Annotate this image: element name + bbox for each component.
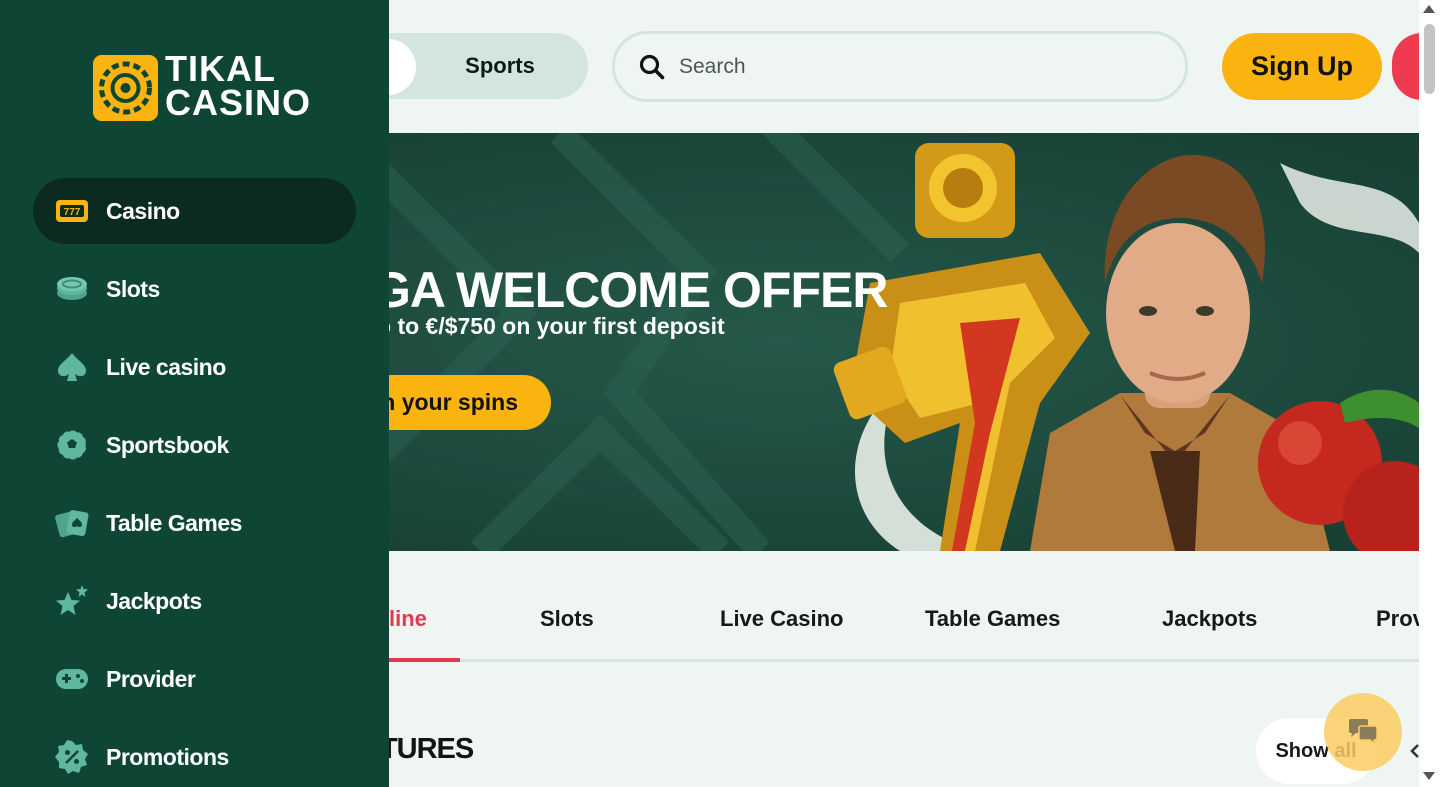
sidebar-item-slots[interactable]: Slots	[33, 256, 356, 322]
scrollbar-thumb[interactable]	[1424, 24, 1435, 94]
search-bar[interactable]	[612, 31, 1188, 102]
coins-icon	[55, 272, 89, 306]
tab-online[interactable]: line	[389, 606, 427, 632]
sidebar-item-sportsbook[interactable]: Sportsbook	[33, 412, 356, 478]
percent-badge-icon	[55, 740, 89, 774]
search-icon	[639, 54, 665, 79]
login-button[interactable]	[1392, 33, 1419, 100]
svg-text:777: 777	[64, 207, 81, 218]
slot-777-icon: 777	[55, 194, 89, 228]
playing-cards-icon	[55, 506, 89, 540]
sidebar-nav: 777 Casino Slots Live casino Sportsbook	[33, 178, 356, 787]
tab-table-games[interactable]: Table Games	[925, 606, 1060, 632]
banner-subline: o to €/$750 on your first deposit	[377, 313, 725, 339]
tab-live-casino[interactable]: Live Casino	[720, 606, 843, 632]
chat-bubbles-icon	[1349, 719, 1378, 746]
scroll-up-arrow-icon[interactable]	[1423, 5, 1435, 13]
sidebar-item-live-casino[interactable]: Live casino	[33, 334, 356, 400]
sidebar-item-jackpots[interactable]: Jackpots	[33, 568, 356, 634]
logo-emblem-icon	[93, 55, 158, 121]
sports-switch-option[interactable]: Sports	[430, 33, 570, 99]
carousel-arrow-icon[interactable]	[1410, 740, 1419, 762]
tab-providers[interactable]: Prov	[1376, 606, 1419, 632]
active-tab-indicator	[389, 658, 460, 662]
sidebar-item-table-games[interactable]: Table Games	[33, 490, 356, 556]
sidebar-item-casino[interactable]: 777 Casino	[33, 178, 356, 244]
search-input[interactable]	[679, 54, 1159, 79]
tab-jackpots[interactable]: Jackpots	[1162, 606, 1257, 632]
logo-wordmark: TIKAL CASINO	[165, 48, 312, 123]
sidebar-item-promotions[interactable]: Promotions	[33, 724, 356, 787]
sign-up-button[interactable]: Sign Up	[1222, 33, 1382, 100]
tikal-casino-logo[interactable]: TIKAL CASINO	[93, 51, 310, 124]
spade-icon	[55, 350, 89, 384]
sidebar: TIKAL CASINO 777 Casino Slots Live casin…	[0, 0, 389, 787]
stars-icon	[55, 584, 89, 618]
soccer-ball-icon	[55, 428, 89, 462]
gamepad-icon	[55, 662, 89, 696]
chat-button[interactable]	[1324, 693, 1402, 771]
scroll-down-arrow-icon[interactable]	[1423, 772, 1435, 780]
banner-headline: GA WELCOME OFFER	[372, 262, 888, 318]
page-scrollbar[interactable]	[1419, 0, 1440, 787]
sidebar-item-provider[interactable]: Provider	[33, 646, 356, 712]
tab-slots[interactable]: Slots	[540, 606, 594, 632]
